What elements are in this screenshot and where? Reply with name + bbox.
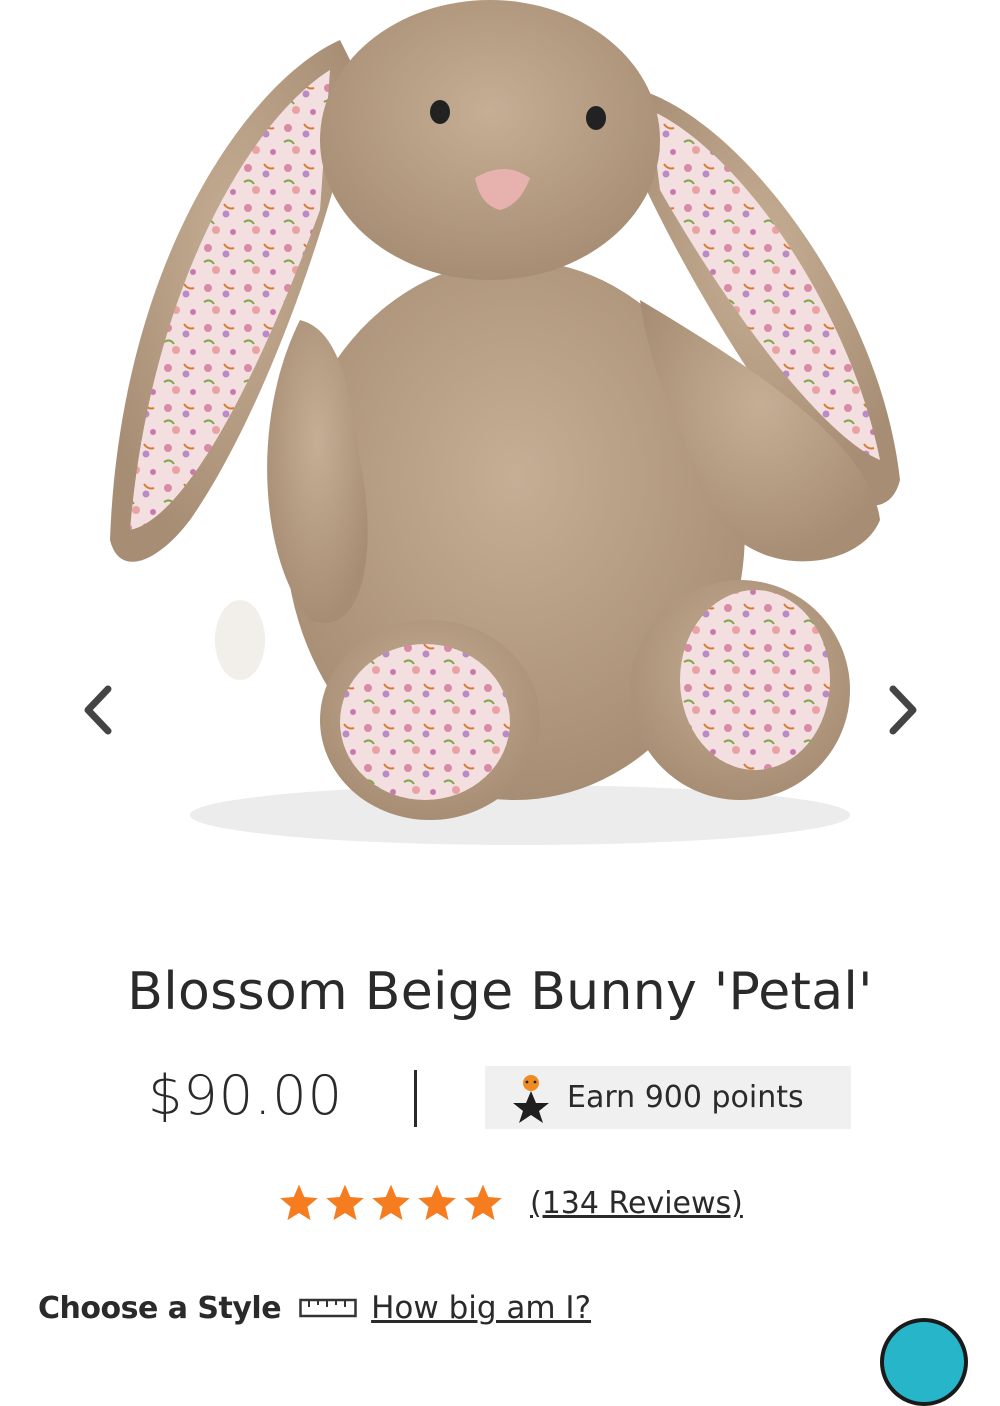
star-icon xyxy=(326,1184,364,1221)
how-big-link[interactable]: How big am I? xyxy=(371,1290,591,1326)
gallery-prev-button[interactable] xyxy=(68,680,128,740)
product-photo xyxy=(110,0,900,845)
product-price: $90.00 xyxy=(148,1064,343,1127)
chevron-left-icon xyxy=(84,685,112,735)
reviews-link[interactable]: (134 Reviews) xyxy=(530,1186,743,1221)
star-icon xyxy=(372,1184,410,1221)
choose-style-label: Choose a Style xyxy=(38,1290,282,1326)
star-icon xyxy=(418,1184,456,1221)
product-image-gallery[interactable] xyxy=(0,0,1000,905)
chevron-right-icon xyxy=(889,685,917,735)
product-title: Blossom Beige Bunny 'Petal' xyxy=(127,962,873,1022)
earn-points-label: Earn 900 points xyxy=(567,1080,804,1115)
ruler-icon xyxy=(299,1298,357,1318)
star-icon xyxy=(280,1184,318,1221)
product-rating: (134 Reviews) xyxy=(278,1182,743,1224)
earn-points-badge[interactable]: Earn 900 points xyxy=(485,1066,851,1129)
reward-star-icon xyxy=(513,1074,549,1123)
star-icon xyxy=(464,1184,502,1221)
rating-stars xyxy=(278,1182,504,1224)
gallery-next-button[interactable] xyxy=(873,680,933,740)
price-separator xyxy=(414,1070,417,1127)
chat-button[interactable] xyxy=(880,1318,968,1406)
style-selector-header: Choose a Style How big am I? xyxy=(38,1290,591,1326)
